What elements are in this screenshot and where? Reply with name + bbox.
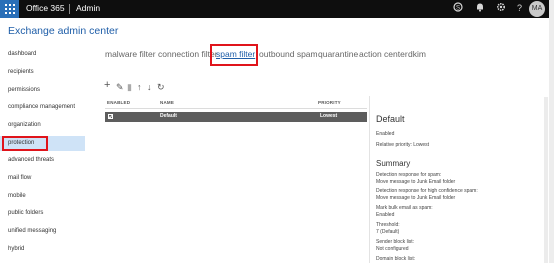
detail-label-cutoff: Domain block list: bbox=[376, 256, 416, 262]
details-scrollbar[interactable] bbox=[544, 97, 548, 263]
enabled-checkbox[interactable] bbox=[108, 114, 113, 119]
section-name[interactable]: Admin bbox=[76, 3, 100, 13]
tab-malware-filter[interactable]: malware filter bbox=[105, 49, 156, 59]
tab-outbound-spam[interactable]: outbound spam bbox=[259, 49, 318, 59]
table-header-divider bbox=[105, 108, 367, 109]
column-header-name[interactable]: NAME bbox=[160, 100, 174, 105]
detail-value: Move message to Junk Email folder bbox=[376, 179, 456, 185]
detail-value: Move message to Junk Email folder bbox=[376, 195, 456, 201]
detail-label: Detection response for spam: bbox=[376, 172, 442, 178]
details-title: Default bbox=[376, 114, 405, 124]
tab-dkim[interactable]: dkim bbox=[408, 49, 426, 59]
app-name[interactable]: Office 365 bbox=[26, 3, 65, 13]
details-relative-priority: Relative priority: Lowest bbox=[376, 142, 430, 148]
detail-value: 7 (Default) bbox=[376, 229, 400, 235]
highlight-box-spam-filter bbox=[210, 44, 258, 66]
detail-label: Threshold: bbox=[376, 222, 400, 228]
sidebar-item-mobile[interactable]: mobile bbox=[8, 193, 26, 199]
skype-icon[interactable]: S bbox=[451, 2, 464, 15]
row-priority: Lowest bbox=[320, 113, 338, 119]
detail-label: Sender block list: bbox=[376, 239, 415, 245]
tab-connection-filter[interactable]: connection filter bbox=[158, 49, 218, 59]
row-name: Default bbox=[160, 113, 177, 119]
sidebar-item-compliance-management[interactable]: compliance management bbox=[8, 104, 75, 110]
help-icon[interactable]: ? bbox=[513, 2, 526, 15]
edit-icon[interactable]: ✎ bbox=[116, 82, 124, 92]
app-launcher-icon[interactable] bbox=[0, 0, 19, 18]
move-up-icon[interactable]: ↑ bbox=[137, 82, 142, 92]
delete-icon[interactable]: ▮ bbox=[127, 82, 132, 92]
sidebar-item-mail-flow[interactable]: mail flow bbox=[8, 175, 31, 181]
highlight-box-protection bbox=[2, 136, 48, 151]
sidebar-item-permissions[interactable]: permissions bbox=[8, 87, 40, 93]
pane-divider bbox=[369, 96, 370, 263]
sidebar-item-public-folders[interactable]: public folders bbox=[8, 210, 43, 216]
detail-value: Not configured bbox=[376, 246, 409, 252]
detail-label: Mark bulk email as spam: bbox=[376, 205, 433, 211]
sidebar-item-dashboard[interactable]: dashboard bbox=[8, 51, 36, 57]
sidebar-item-recipients[interactable]: recipients bbox=[8, 69, 34, 75]
add-icon[interactable]: + bbox=[104, 80, 110, 91]
top-bar: Office 365 Admin S ? MA bbox=[0, 0, 554, 18]
page-title: Exchange admin center bbox=[8, 25, 119, 37]
sidebar-item-unified-messaging[interactable]: unified messaging bbox=[8, 228, 56, 234]
bell-icon[interactable] bbox=[473, 2, 486, 15]
topbar-divider bbox=[69, 4, 70, 14]
window-edge bbox=[549, 0, 554, 263]
svg-text:S: S bbox=[455, 5, 459, 11]
tab-quarantine[interactable]: quarantine bbox=[318, 49, 358, 59]
tab-action-center[interactable]: action center bbox=[359, 49, 408, 59]
details-summary-title: Summary bbox=[376, 159, 411, 168]
detail-label: Detection response for high confidence s… bbox=[376, 188, 478, 194]
refresh-icon[interactable]: ↻ bbox=[157, 82, 165, 92]
move-down-icon[interactable]: ↓ bbox=[147, 82, 152, 92]
column-header-enabled[interactable]: ENABLED bbox=[107, 100, 130, 105]
sidebar-item-advanced-threats[interactable]: advanced threats bbox=[8, 157, 54, 163]
details-status: Enabled bbox=[376, 131, 395, 137]
gear-icon[interactable] bbox=[494, 2, 507, 15]
column-header-priority[interactable]: PRIORITY bbox=[318, 100, 341, 105]
detail-value: Enabled bbox=[376, 212, 395, 218]
sidebar-item-organization[interactable]: organization bbox=[8, 122, 41, 128]
avatar[interactable]: MA bbox=[529, 1, 545, 17]
sidebar-item-hybrid[interactable]: hybrid bbox=[8, 246, 24, 252]
